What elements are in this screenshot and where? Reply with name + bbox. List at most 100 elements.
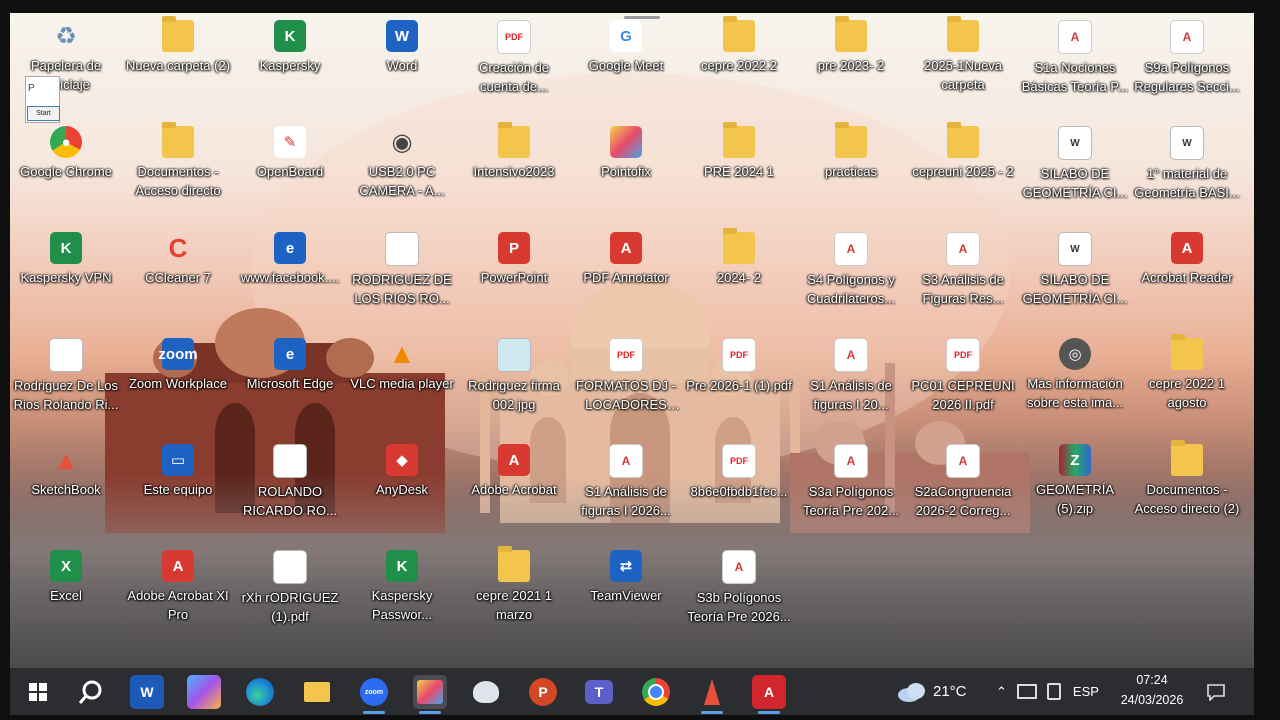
taskbar-word[interactable]: W [130, 675, 164, 709]
taskbar-edge[interactable] [243, 675, 277, 709]
desktop-icon[interactable]: W SILABO DE GEOMETRÍA CI... [1019, 124, 1131, 224]
desktop-icon[interactable]: A Acrobat Reader [1131, 230, 1243, 330]
taskbar-file-explorer[interactable] [300, 675, 334, 709]
desktop-icon[interactable]: 2025-1Nueva carpeta [907, 16, 1019, 118]
desktop-icon[interactable]: cepre 2022 1 agosto [1131, 334, 1243, 436]
device-icon[interactable] [1046, 683, 1061, 700]
desktop-icon[interactable]: C CCleaner 7 [122, 230, 234, 330]
desktop-icon[interactable]: X Excel [10, 548, 122, 648]
chevron-up-icon[interactable]: ⌃ [996, 684, 1007, 700]
desktop-icon[interactable]: Z GEOMETRÍA (5).zip [1019, 442, 1131, 542]
desktop-icon[interactable]: ▲ SketchBook [10, 442, 122, 542]
desktop-icon[interactable]: PDF FORMATOS DJ - LOCADORES 20... [570, 336, 682, 436]
overlay-start-button[interactable]: Start [27, 106, 60, 121]
desktop-icon[interactable]: A S4 Polígonos y Cuadriláteros... [795, 230, 907, 330]
desktop-icon[interactable]: PRE 2024 1 [683, 122, 795, 224]
desktop-icon-label: Nueva carpeta (2) [125, 58, 231, 73]
notification-button[interactable] [1206, 668, 1226, 715]
desktop-icon[interactable]: Intensivo2023 [458, 122, 570, 224]
taskbar-openboard[interactable] [469, 675, 503, 709]
desktop-icon[interactable]: G Google Meet [570, 18, 682, 118]
desktop-icon[interactable]: P PowerPoint [458, 230, 570, 330]
network-icon[interactable] [1016, 684, 1037, 699]
desktop-icon[interactable]: A Adobe Acrobat XI Pro [122, 548, 234, 648]
start-overlay-window[interactable]: P Start [25, 76, 60, 123]
desktop-icon[interactable]: A S1 Análisis de figuras I 2026... [570, 442, 682, 542]
taskbar-sketchbook[interactable] [695, 675, 729, 714]
desktop-icon[interactable]: PDF Creación de cuenta de... [458, 18, 570, 118]
desktop-icon[interactable]: ● Google Chrome [10, 124, 122, 224]
desktop-icon[interactable]: ✎ OpenBoard [234, 124, 346, 224]
folder-icon [947, 122, 979, 158]
desktop-icon[interactable]: A S3a Polígonos Teoría Pre 202... [795, 442, 907, 542]
desktop-icon[interactable]: A S2aCongruencia 2026-2 Correg... [907, 442, 1019, 542]
desktop-icon-label: PRE 2024 1 [703, 164, 775, 179]
weather-widget[interactable]: 21°C [897, 668, 967, 715]
computer-icon: ▭ [162, 444, 194, 476]
desktop-icon[interactable]: cepre 2021 1 marzo [458, 546, 570, 648]
desktop-icon[interactable]: Documentos - Acceso directo (2) [1131, 440, 1243, 542]
desktop-icon[interactable]: A S1 Análisis de figuras I 20... [795, 336, 907, 436]
desktop-icon[interactable]: W 1° material de Geometría BASI... [1131, 124, 1243, 224]
desktop-icon[interactable]: PDF PC01 CEPREUNI 2026 II.pdf [907, 336, 1019, 436]
desktop-icon[interactable]: ⇄ TeamViewer [570, 548, 682, 648]
desktop-icon[interactable]: A S3b Polígonos Teoría Pre 2026... [683, 548, 795, 648]
taskbar-teams[interactable]: T [582, 675, 616, 709]
desktop-icon[interactable]: Rodriguez De Los Rios Rolando Ri... [10, 336, 122, 436]
taskbar-chrome[interactable] [639, 675, 673, 709]
desktop-icon[interactable]: W Word [346, 18, 458, 118]
desktop-icon[interactable]: RODRIGUEZ DE LOS RIOS RO... [346, 230, 458, 330]
desktop-icon[interactable]: ◆ AnyDesk [346, 442, 458, 542]
openboard-icon: ✎ [274, 126, 306, 158]
desktop-icon[interactable]: K Kaspersky [234, 18, 346, 118]
search-button[interactable] [74, 675, 108, 709]
desktop-icon-label: S3b Polígonos Teoría Pre 2026... [687, 590, 791, 624]
desktop-icon[interactable]: e www.facebook.... [234, 230, 346, 330]
desktop-icon[interactable]: ▲ VLC media player [346, 336, 458, 436]
desktop-icon[interactable]: Nueva carpeta (2) [122, 16, 234, 118]
taskbar-copilot[interactable] [187, 675, 221, 709]
kaspersky-password-icon: K [386, 550, 418, 582]
taskbar-powerpoint[interactable]: P [526, 675, 560, 709]
clock[interactable]: 07:24 24/03/2026 [1114, 670, 1190, 710]
desktop-icon-label: SILABO DE GEOMETRÍA CI... [1022, 272, 1128, 306]
desktop-icon[interactable]: zoom Zoom Workplace [122, 336, 234, 436]
desktop-icon[interactable]: ◎ Más información sobre esta ima... [1019, 336, 1131, 436]
acrobat-icon: A [498, 444, 530, 476]
desktop[interactable]: ♻ Papelera de reciclaje Nueva carpeta (2) K… [10, 13, 1254, 668]
desktop-icon[interactable]: Documentos - Acceso directo [122, 122, 234, 224]
desktop-icon-label: 8b6e0fbdb1fec... [690, 484, 788, 499]
pdf-annotator-icon: A [763, 684, 775, 700]
desktop-icon[interactable]: A S1a Nociones Básicas Teoría P... [1019, 18, 1131, 118]
pdf-file-icon: PDF [722, 338, 756, 372]
taskbar-zoom[interactable]: zoom [357, 675, 391, 714]
taskbar-pointofix[interactable] [413, 675, 447, 714]
image-file-icon [497, 338, 531, 372]
desktop-icon[interactable]: e Microsoft Edge [234, 336, 346, 436]
desktop-icon[interactable]: Pointofix [570, 124, 682, 224]
desktop-icon[interactable]: K Kaspersky Passwor... [346, 548, 458, 648]
desktop-icon[interactable]: practicas [795, 122, 907, 224]
desktop-icon[interactable]: ◉ USB2.0 PC CAMERA - A... [346, 124, 458, 224]
desktop-icon[interactable]: ▭ Este equipo [122, 442, 234, 542]
taskbar-pdf-annotator[interactable]: A [752, 675, 786, 714]
desktop-icon[interactable]: A Adobe Acrobat [458, 442, 570, 542]
desktop-icon[interactable]: rXh rODRIGUEZ (1).pdf [234, 548, 346, 648]
desktop-icon[interactable]: 2024- 2 [683, 228, 795, 330]
desktop-icon[interactable]: PDF 8b6e0fbdb1fec... [683, 442, 795, 542]
desktop-icon[interactable]: A S3 Análisis de Figuras Res... [907, 230, 1019, 330]
desktop-icon[interactable]: Rodriguez firma 002.jpg [458, 336, 570, 436]
language-indicator[interactable]: ESP [1073, 684, 1099, 699]
start-button[interactable] [21, 675, 55, 709]
desktop-icon-label: S4 Polígonos y Cuadriláteros... [806, 272, 896, 306]
desktop-icon[interactable]: cepre 2022.2 [683, 16, 795, 118]
desktop-icon[interactable]: pre 2023- 2 [795, 16, 907, 118]
desktop-icon[interactable]: W SILABO DE GEOMETRÍA CI... [1019, 230, 1131, 330]
desktop-icon[interactable]: A S9a Polígonos Regulares Secci... [1131, 18, 1243, 118]
desktop-icon[interactable]: A PDF Annotator [570, 230, 682, 330]
desktop-icon[interactable]: cepreuni 2025 - 2 [907, 122, 1019, 224]
desktop-icon[interactable]: PDF Pre 2026-1 (1).pdf [683, 336, 795, 436]
desktop-icon[interactable]: K Kaspersky VPN [10, 230, 122, 330]
desktop-icon[interactable]: ROLANDO RICARDO RO... [234, 442, 346, 542]
powerpoint-icon: P [498, 232, 530, 264]
